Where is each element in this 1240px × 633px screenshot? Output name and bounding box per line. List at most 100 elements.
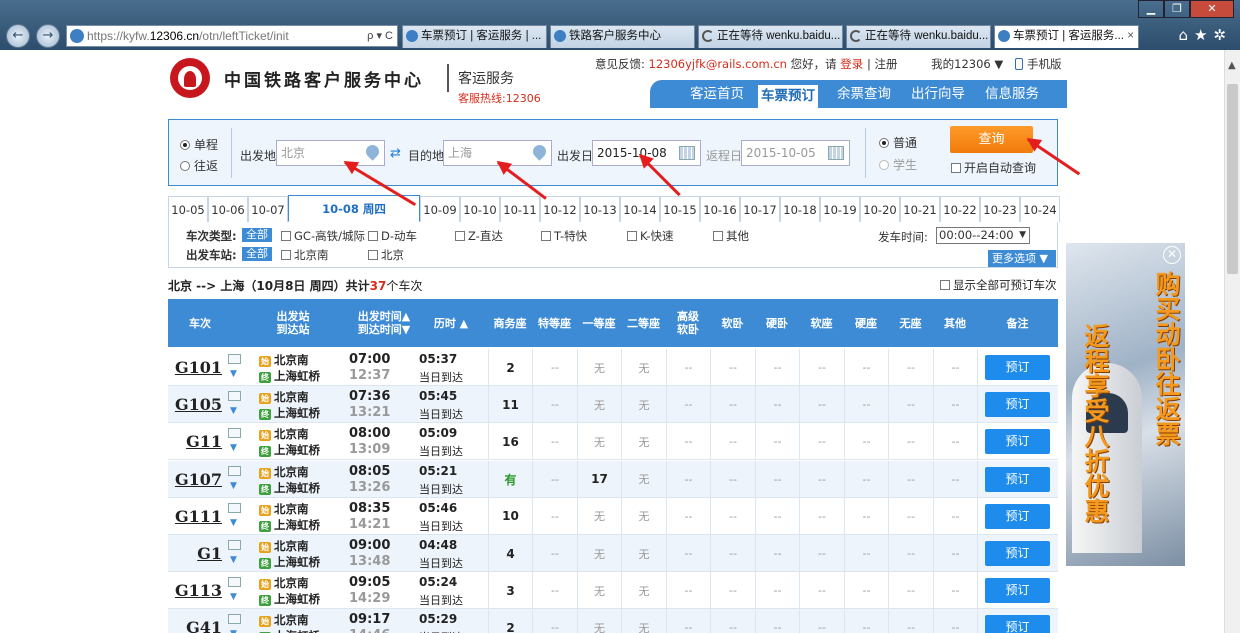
register-link[interactable]: 注册 (874, 57, 897, 71)
filter-z[interactable]: Z-直达 (455, 228, 503, 244)
book-button[interactable]: 预订 (985, 392, 1050, 418)
date-tab[interactable]: 10-21 (900, 196, 940, 222)
from-input[interactable]: 北京 (276, 140, 385, 166)
filter-station-beijingnan[interactable]: 北京南 (281, 247, 329, 263)
date-tab[interactable]: 10-17 (740, 196, 780, 222)
column-header[interactable]: 出发站 到达站 (232, 299, 354, 347)
nav-item-remaining[interactable]: 余票查询 (828, 80, 900, 108)
expand-arrow-icon[interactable]: ▼ (230, 629, 237, 633)
expand-arrow-icon[interactable]: ▼ (230, 443, 237, 453)
train-type-all[interactable]: 全部 (242, 228, 272, 242)
browser-tab[interactable]: 车票预订 | 客运服务 | ... (402, 25, 547, 48)
depart-time-select[interactable]: 00:00--24:00 (936, 227, 1030, 244)
browser-toolbar-icons[interactable]: ⌂★✲ (1178, 26, 1232, 44)
minimize-button[interactable]: ▁ (1138, 0, 1164, 18)
train-info-icon[interactable] (228, 577, 241, 588)
date-tab[interactable]: 10-20 (860, 196, 900, 222)
date-tab[interactable]: 10-09 (420, 196, 460, 222)
expand-arrow-icon[interactable]: ▼ (230, 518, 237, 528)
expand-arrow-icon[interactable]: ▼ (230, 481, 237, 491)
train-info-icon[interactable] (228, 428, 241, 439)
date-tab-active[interactable]: 10-08 周四 (288, 195, 420, 222)
filter-other[interactable]: 其他 (713, 228, 749, 244)
promo-ad[interactable]: 购买动卧往返票 返程享受八折优惠 ✕ (1066, 243, 1185, 566)
train-number-link[interactable]: G107 (168, 470, 222, 489)
train-number-link[interactable]: G113 (168, 581, 222, 600)
filter-k[interactable]: K-快速 (627, 228, 673, 244)
train-number-link[interactable]: G111 (168, 507, 222, 526)
date-tab[interactable]: 10-22 (940, 196, 980, 222)
mobile-link[interactable]: 手机版 (1015, 56, 1062, 72)
date-tab[interactable]: 10-24 (1020, 196, 1060, 222)
train-info-icon[interactable] (228, 354, 241, 364)
close-icon[interactable]: ✕ (1163, 246, 1181, 264)
my12306-link[interactable]: 我的12306 (931, 57, 991, 71)
train-number-link[interactable]: G101 (168, 358, 222, 377)
browser-tab[interactable]: 铁路客户服务中心 (550, 25, 695, 48)
expand-arrow-icon[interactable]: ▼ (230, 555, 237, 565)
scroll-up-icon[interactable]: ▲ (1228, 60, 1236, 71)
book-button[interactable]: 预订 (985, 355, 1050, 380)
date-tab[interactable]: 10-10 (460, 196, 500, 222)
date-tab[interactable]: 10-06 (208, 196, 248, 222)
close-window-button[interactable]: ✕ (1190, 0, 1234, 18)
train-number-link[interactable]: G11 (168, 432, 222, 451)
train-info-icon[interactable] (228, 391, 241, 402)
nav-item-info[interactable]: 信息服务 (976, 80, 1048, 108)
back-button[interactable]: ← (6, 24, 30, 48)
trip-round-radio[interactable]: 往返 (180, 157, 218, 174)
trip-single-radio[interactable]: 单程 (180, 136, 218, 153)
address-controls[interactable]: ρ ▾ C (367, 26, 393, 46)
date-tab[interactable]: 10-18 (780, 196, 820, 222)
station-all[interactable]: 全部 (242, 247, 272, 261)
railway-logo[interactable] (170, 58, 210, 98)
date-tab[interactable]: 10-19 (820, 196, 860, 222)
expand-arrow-icon[interactable]: ▼ (230, 369, 237, 379)
date-tab[interactable]: 10-12 (540, 196, 580, 222)
show-all-checkbox[interactable]: 显示全部可预订车次 (940, 277, 1057, 293)
return-date-input[interactable]: 2015-10-05 (741, 140, 850, 166)
train-info-icon[interactable] (228, 502, 241, 513)
book-button[interactable]: 预订 (985, 466, 1050, 492)
date-tab[interactable]: 10-23 (980, 196, 1020, 222)
feedback-email-link[interactable]: 12306yjfk@rails.com.cn (649, 57, 787, 71)
column-header[interactable]: 出发时间▲ 到达时间▼ (354, 299, 414, 347)
book-button[interactable]: 预订 (985, 541, 1050, 566)
query-button[interactable]: 查询 (950, 126, 1033, 153)
filter-gc[interactable]: GC-高铁/城际 (281, 228, 365, 244)
maximize-button[interactable]: ❐ (1164, 0, 1190, 18)
vertical-scrollbar[interactable]: ▲ (1224, 50, 1240, 633)
filter-station-beijing[interactable]: 北京 (368, 247, 404, 263)
ticket-student-radio[interactable]: 学生 (879, 156, 917, 173)
filter-d[interactable]: D-动车 (368, 228, 417, 244)
nav-item-booking[interactable]: 车票预订 (757, 84, 819, 108)
calendar-icon[interactable] (828, 146, 844, 160)
date-tab[interactable]: 10-05 (168, 196, 208, 222)
filter-t[interactable]: T-特快 (541, 228, 587, 244)
book-button[interactable]: 预订 (985, 578, 1050, 604)
nav-item-guide[interactable]: 出行向导 (902, 80, 974, 108)
login-link[interactable]: 登录 (840, 57, 863, 71)
book-button[interactable]: 预订 (985, 615, 1050, 633)
chevron-down-icon[interactable]: ▼ (994, 57, 1003, 71)
date-tab[interactable]: 10-07 (248, 196, 288, 222)
close-tab-icon[interactable]: × (1127, 26, 1134, 47)
swap-icon[interactable]: ⇄ (390, 147, 406, 160)
date-tab[interactable]: 10-15 (660, 196, 700, 222)
date-tab[interactable]: 10-14 (620, 196, 660, 222)
train-info-icon[interactable] (228, 465, 241, 476)
browser-tab[interactable]: 正在等待 wenku.baidu... (698, 25, 843, 48)
more-options-button[interactable]: 更多选项 ▼ (988, 250, 1056, 267)
calendar-icon[interactable] (679, 146, 695, 160)
expand-arrow-icon[interactable]: ▼ (230, 406, 237, 416)
date-tab[interactable]: 10-13 (580, 196, 620, 222)
train-number-link[interactable]: G1 (168, 544, 222, 563)
scroll-thumb[interactable] (1227, 84, 1238, 274)
nav-item-home[interactable]: 客运首页 (682, 80, 752, 108)
auto-query-checkbox[interactable]: 开启自动查询 (951, 159, 1036, 176)
train-info-icon[interactable] (228, 540, 241, 550)
train-number-link[interactable]: G41 (168, 618, 222, 633)
book-button[interactable]: 预订 (985, 429, 1050, 455)
book-button[interactable]: 预订 (985, 503, 1050, 529)
train-number-link[interactable]: G105 (168, 395, 222, 414)
